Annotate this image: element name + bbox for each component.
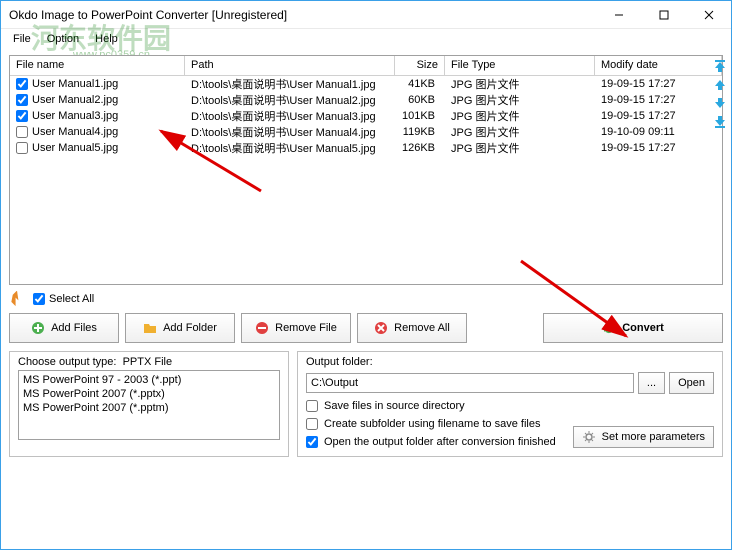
col-filetype[interactable]: File Type bbox=[445, 56, 595, 75]
file-path: D:\tools\桌面说明书\User Manual2.jpg bbox=[185, 92, 395, 108]
file-size: 101KB bbox=[395, 110, 445, 122]
output-type-value: PPTX File bbox=[123, 356, 173, 368]
col-filename[interactable]: File name bbox=[10, 56, 185, 75]
browse-button[interactable]: ... bbox=[638, 372, 665, 394]
move-bottom-button[interactable] bbox=[712, 113, 728, 129]
titlebar: Okdo Image to PowerPoint Converter [Unre… bbox=[1, 1, 731, 29]
menu-file[interactable]: File bbox=[5, 31, 39, 47]
output-type-panel: Choose output type: PPTX File MS PowerPo… bbox=[9, 351, 289, 457]
table-row[interactable]: User Manual4.jpg D:\tools\桌面说明书\User Man… bbox=[10, 124, 722, 140]
set-more-parameters-button[interactable]: Set more parameters bbox=[573, 426, 714, 448]
file-date: 19-09-15 17:27 bbox=[595, 78, 722, 90]
maximize-button[interactable] bbox=[641, 1, 686, 28]
reorder-buttons bbox=[712, 59, 728, 129]
remove-file-button[interactable]: Remove File bbox=[241, 313, 351, 343]
remove-all-label: Remove All bbox=[394, 322, 450, 334]
menubar: File Option Help bbox=[1, 29, 731, 49]
gear-icon bbox=[582, 430, 596, 444]
add-folder-label: Add Folder bbox=[163, 322, 217, 334]
table-row[interactable]: User Manual3.jpg D:\tools\桌面说明书\User Man… bbox=[10, 108, 722, 124]
table-row[interactable]: User Manual2.jpg D:\tools\桌面说明书\User Man… bbox=[10, 92, 722, 108]
list-item[interactable]: MS PowerPoint 97 - 2003 (*.ppt) bbox=[21, 373, 277, 387]
file-list-header: File name Path Size File Type Modify dat… bbox=[10, 56, 722, 76]
file-size: 60KB bbox=[395, 94, 445, 106]
file-checkbox[interactable] bbox=[16, 78, 28, 90]
file-checkbox[interactable] bbox=[16, 110, 28, 122]
output-folder-input[interactable] bbox=[306, 373, 634, 393]
save-in-source-checkbox[interactable]: Save files in source directory bbox=[306, 400, 714, 412]
select-arrow-icon bbox=[9, 291, 25, 307]
col-size[interactable]: Size bbox=[395, 56, 445, 75]
list-item[interactable]: MS PowerPoint 2007 (*.pptm) bbox=[21, 401, 277, 415]
select-all-row: Select All bbox=[9, 291, 723, 307]
file-checkbox[interactable] bbox=[16, 126, 28, 138]
file-type: JPG 图片文件 bbox=[445, 108, 595, 124]
output-type-label: Choose output type: PPTX File bbox=[18, 356, 280, 368]
list-item[interactable]: MS PowerPoint 2007 (*.pptx) bbox=[21, 387, 277, 401]
add-files-button[interactable]: Add Files bbox=[9, 313, 119, 343]
select-all-label: Select All bbox=[49, 293, 94, 305]
file-path: D:\tools\桌面说明书\User Manual1.jpg bbox=[185, 76, 395, 92]
col-modifydate[interactable]: Modify date bbox=[595, 56, 722, 75]
col-path[interactable]: Path bbox=[185, 56, 395, 75]
file-size: 126KB bbox=[395, 142, 445, 154]
add-files-label: Add Files bbox=[51, 322, 97, 334]
file-name: User Manual5.jpg bbox=[32, 142, 118, 154]
file-size: 41KB bbox=[395, 78, 445, 90]
remove-all-icon bbox=[374, 321, 388, 335]
file-path: D:\tools\桌面说明书\User Manual3.jpg bbox=[185, 108, 395, 124]
move-up-button[interactable] bbox=[712, 77, 728, 93]
minimize-button[interactable] bbox=[596, 1, 641, 28]
close-button[interactable] bbox=[686, 1, 731, 28]
main-toolbar: Add Files Add Folder Remove File Remove … bbox=[9, 313, 723, 343]
table-row[interactable]: User Manual1.jpg D:\tools\桌面说明书\User Man… bbox=[10, 76, 722, 92]
table-row[interactable]: User Manual5.jpg D:\tools\桌面说明书\User Man… bbox=[10, 140, 722, 156]
file-type: JPG 图片文件 bbox=[445, 92, 595, 108]
file-name: User Manual3.jpg bbox=[32, 110, 118, 122]
minus-icon bbox=[255, 321, 269, 335]
remove-file-label: Remove File bbox=[275, 322, 337, 334]
file-name: User Manual1.jpg bbox=[32, 78, 118, 90]
file-checkbox[interactable] bbox=[16, 94, 28, 106]
output-type-listbox[interactable]: MS PowerPoint 97 - 2003 (*.ppt)MS PowerP… bbox=[18, 370, 280, 440]
file-date: 19-09-15 17:27 bbox=[595, 142, 722, 154]
move-top-button[interactable] bbox=[712, 59, 728, 75]
open-folder-button[interactable]: Open bbox=[669, 372, 714, 394]
output-folder-panel: Output folder: ... Open Save files in so… bbox=[297, 351, 723, 457]
window-title: Okdo Image to PowerPoint Converter [Unre… bbox=[9, 8, 596, 22]
remove-all-button[interactable]: Remove All bbox=[357, 313, 467, 343]
convert-button[interactable]: Convert bbox=[543, 313, 723, 343]
convert-label: Convert bbox=[622, 322, 664, 334]
folder-icon bbox=[143, 321, 157, 335]
file-type: JPG 图片文件 bbox=[445, 124, 595, 140]
file-date: 19-09-15 17:27 bbox=[595, 94, 722, 106]
file-type: JPG 图片文件 bbox=[445, 76, 595, 92]
output-folder-label: Output folder: bbox=[306, 356, 714, 368]
menu-option[interactable]: Option bbox=[39, 31, 87, 47]
file-name: User Manual4.jpg bbox=[32, 126, 118, 138]
file-path: D:\tools\桌面说明书\User Manual5.jpg bbox=[185, 140, 395, 156]
file-path: D:\tools\桌面说明书\User Manual4.jpg bbox=[185, 124, 395, 140]
plus-icon bbox=[31, 321, 45, 335]
file-size: 119KB bbox=[395, 126, 445, 138]
convert-icon bbox=[602, 321, 616, 335]
file-type: JPG 图片文件 bbox=[445, 140, 595, 156]
file-name: User Manual2.jpg bbox=[32, 94, 118, 106]
menu-help[interactable]: Help bbox=[87, 31, 126, 47]
file-list: File name Path Size File Type Modify dat… bbox=[9, 55, 723, 285]
file-date: 19-09-15 17:27 bbox=[595, 110, 722, 122]
file-checkbox[interactable] bbox=[16, 142, 28, 154]
file-date: 19-10-09 09:11 bbox=[595, 126, 722, 138]
move-down-button[interactable] bbox=[712, 95, 728, 111]
add-folder-button[interactable]: Add Folder bbox=[125, 313, 235, 343]
select-all-checkbox[interactable]: Select All bbox=[33, 293, 94, 305]
